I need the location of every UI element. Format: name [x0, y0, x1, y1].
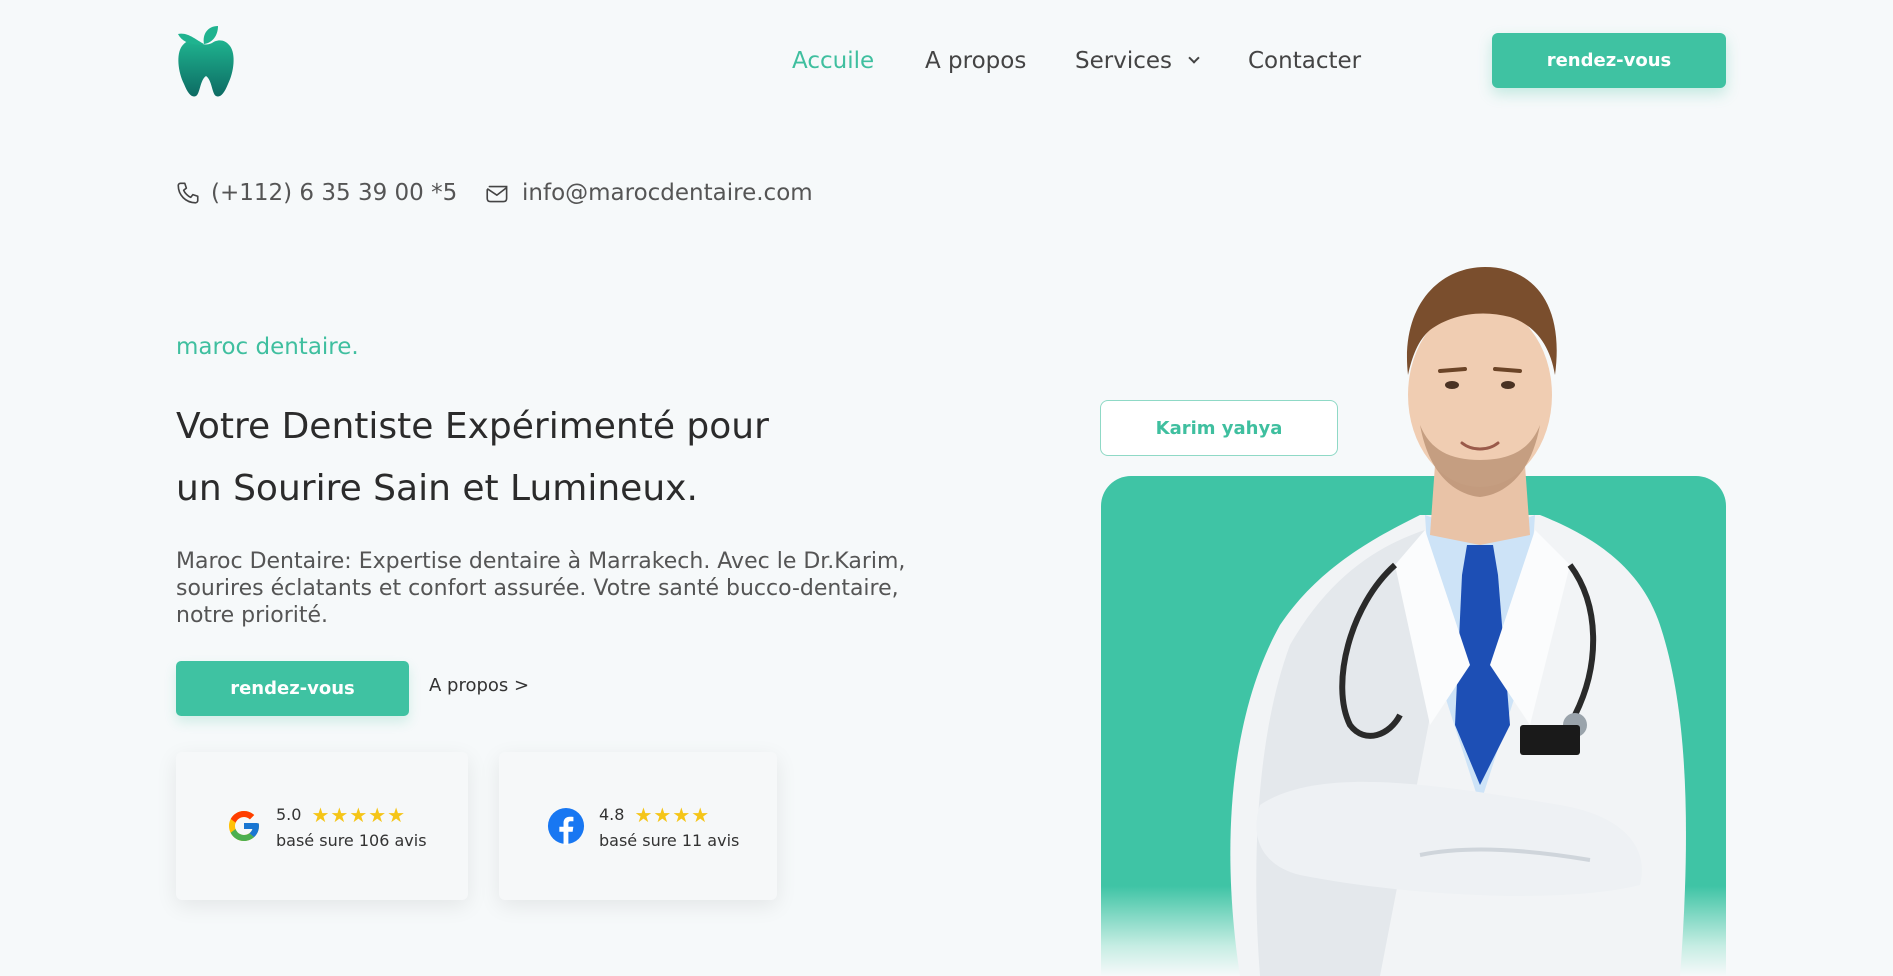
nav-item-accueil[interactable]: Accuile [792, 46, 874, 76]
nav-item-contacter[interactable]: Contacter [1248, 46, 1361, 76]
headline-line-2: un Sourire Sain et Lumineux. [176, 468, 698, 509]
facebook-review-count: basé sure 11 avis [599, 830, 740, 850]
nav-item-a-propos[interactable]: A propos [925, 46, 1026, 76]
doctor-photo [1230, 267, 1686, 976]
google-icon [229, 811, 259, 841]
facebook-rating: 4.8 [599, 805, 625, 824]
facebook-review-card[interactable]: 4.8 ★★★★ basé sure 11 avis [499, 752, 777, 900]
hero-rendez-vous-button[interactable]: rendez-vous [176, 661, 409, 716]
mail-icon [486, 185, 508, 203]
facebook-stars: ★★★★ [634, 802, 711, 827]
email-address: info@marocdentaire.com [522, 180, 813, 206]
facebook-review-text: 4.8 ★★★★ basé sure 11 avis [599, 803, 739, 850]
hero-tagline: maroc dentaire. [176, 334, 359, 360]
header-rendez-vous-button[interactable]: rendez-vous [1492, 33, 1726, 88]
phone-number: (+112) 6 35 39 00 *5 [211, 180, 458, 206]
phone-icon [177, 182, 199, 204]
google-review-text: 5.0 ★★★★★ basé sure 106 avis [276, 803, 427, 850]
a-propos-link[interactable]: A propos > [429, 675, 529, 696]
doctor-name-badge: Karim yahya [1100, 400, 1338, 456]
contact-phone[interactable]: (+112) 6 35 39 00 *5 [175, 180, 457, 206]
google-review-count: basé sure 106 avis [276, 830, 427, 850]
tooth-leaf-icon[interactable] [174, 24, 240, 98]
nav-item-services[interactable]: Services [1075, 46, 1200, 76]
google-review-card[interactable]: 5.0 ★★★★★ basé sure 106 avis [176, 752, 468, 900]
page: Accuile A propos Services Contacter rend… [0, 0, 1893, 976]
nav-item-services-label: Services [1075, 48, 1172, 74]
headline-line-1: Votre Dentiste Expérimenté pour [176, 406, 769, 447]
hero-description: Maroc Dentaire: Expertise dentaire à Mar… [176, 549, 906, 628]
chevron-down-icon [1188, 52, 1200, 64]
google-rating: 5.0 [276, 805, 302, 824]
contact-email[interactable]: info@marocdentaire.com [484, 180, 813, 206]
facebook-icon [547, 807, 585, 845]
hero-headline: Votre Dentiste Expérimenté pour un Souri… [176, 396, 876, 520]
google-stars: ★★★★★ [311, 802, 407, 827]
